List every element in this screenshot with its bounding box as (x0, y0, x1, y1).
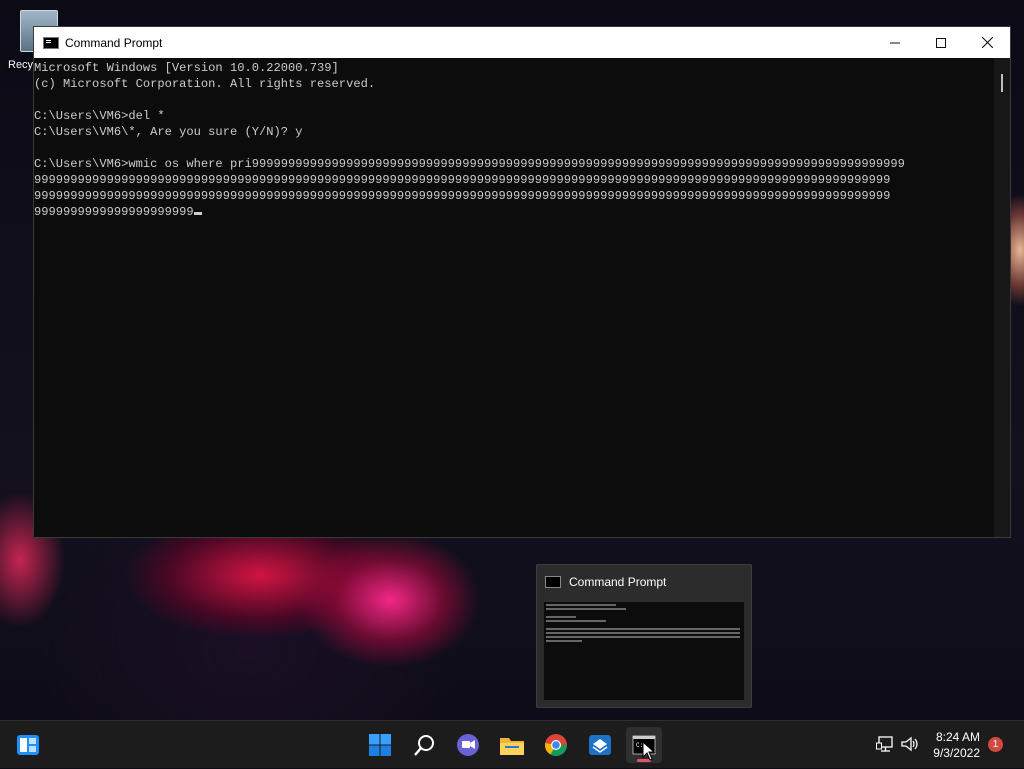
file-explorer-button[interactable] (494, 727, 530, 763)
minimize-button[interactable] (872, 27, 918, 58)
recycle-bin-label: Recy (8, 59, 34, 71)
volume-control[interactable] (900, 735, 918, 758)
console-line: (c) Microsoft Corporation. All rights re… (34, 77, 376, 91)
close-icon (981, 37, 993, 48)
clock-time: 8:24 AM (935, 730, 980, 744)
taskbar: C:\ 8:24 AM 9/3/2022 1 (0, 720, 1024, 768)
cmd-icon (43, 36, 59, 49)
network-status[interactable] (876, 735, 894, 758)
window-titlebar[interactable]: Command Prompt (34, 27, 1010, 58)
window-title: Command Prompt (65, 35, 163, 50)
console-line: 9999999999999999999999999999999999999999… (34, 173, 891, 187)
maximize-button[interactable] (918, 27, 964, 58)
chrome-button[interactable] (538, 727, 574, 763)
text-cursor (193, 212, 202, 215)
console-line: Microsoft Windows [Version 10.0.22000.73… (34, 61, 339, 75)
preview-thumbnail[interactable] (544, 602, 744, 700)
console-output[interactable]: Microsoft Windows [Version 10.0.22000.73… (34, 58, 994, 537)
taskbar-thumbnail-preview[interactable]: Command Prompt (536, 564, 752, 708)
console-line: C:\Users\VM6>wmic os where pri9999999999… (34, 157, 905, 171)
start-icon (369, 734, 391, 756)
console-line: C:\Users\VM6\*, Are you sure (Y/N)? y (34, 125, 303, 139)
search-button[interactable] (406, 727, 442, 763)
clock-date: 9/3/2022 (933, 746, 980, 760)
console-line: C:\Users\VM6>del * (34, 109, 165, 123)
command-prompt-window[interactable]: Command Prompt Microsoft Windows [Versio… (33, 26, 1011, 538)
widgets-button[interactable] (10, 727, 46, 763)
store-icon (589, 735, 611, 755)
widgets-icon (17, 735, 39, 755)
start-button[interactable] (362, 727, 398, 763)
preview-title: Command Prompt (569, 575, 667, 589)
maximize-icon (936, 37, 946, 48)
speaker-icon (901, 736, 918, 752)
close-button[interactable] (964, 27, 1010, 58)
cmd-icon (545, 576, 561, 588)
command-prompt-taskbar-button[interactable]: C:\ (626, 727, 662, 763)
mouse-cursor-icon (642, 741, 656, 761)
console-line: 9999999999999999999999999999999999999999… (34, 189, 891, 203)
minimize-icon (890, 42, 900, 43)
vertical-scrollbar[interactable] (994, 58, 1010, 537)
search-icon (414, 735, 434, 756)
file-explorer-icon (500, 738, 524, 755)
chrome-icon (545, 734, 567, 756)
teams-chat-button[interactable] (450, 727, 486, 763)
store-button[interactable] (582, 727, 618, 763)
network-icon (876, 736, 893, 752)
console-line-current: 9999999999999999999999 (34, 204, 994, 220)
system-clock[interactable]: 8:24 AM 9/3/2022 (933, 729, 980, 761)
console-current-text: 9999999999999999999999 (34, 205, 194, 219)
teams-chat-icon (457, 734, 479, 756)
scrollbar-thumb[interactable] (1001, 74, 1003, 92)
notification-badge[interactable]: 1 (988, 737, 1003, 752)
